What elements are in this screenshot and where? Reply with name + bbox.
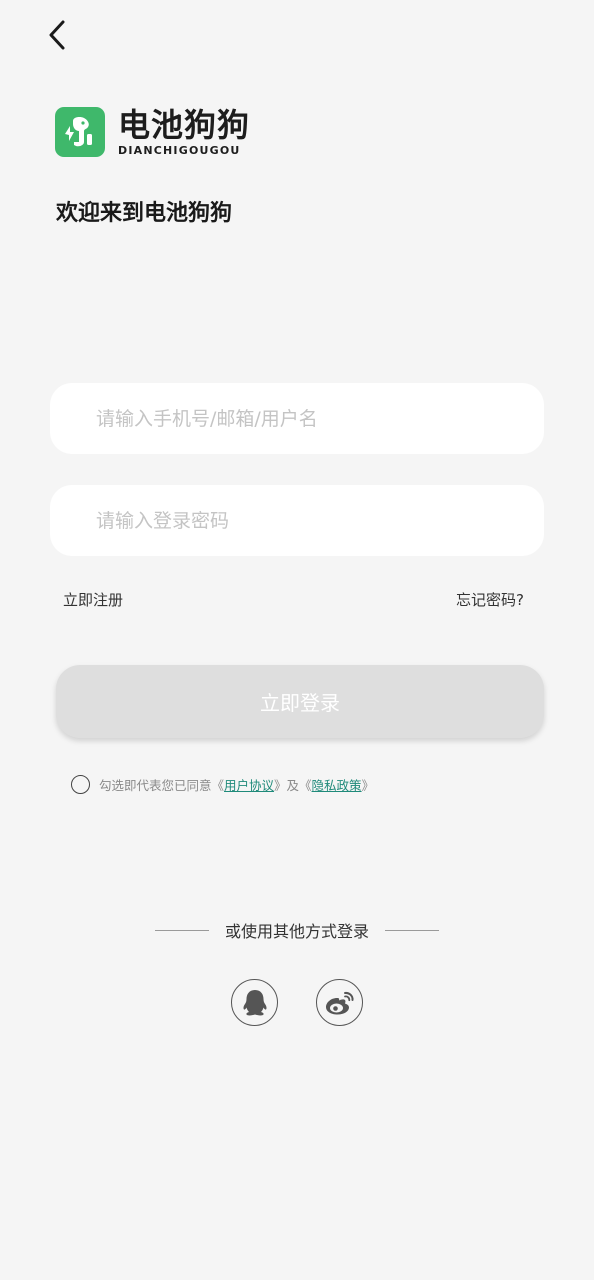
weibo-icon (325, 991, 354, 1014)
divider-line-right (385, 929, 439, 931)
login-button[interactable]: 立即登录 (56, 665, 544, 738)
weibo-login-button[interactable] (316, 979, 363, 1026)
agreement-suffix: 》 (361, 778, 375, 793)
privacy-policy-link[interactable]: 隐私政策 (312, 775, 362, 794)
agreement-checkbox[interactable] (71, 775, 90, 794)
qq-icon (242, 989, 267, 1015)
divider-line-left (154, 929, 209, 931)
dog-logo-icon (55, 107, 105, 157)
brand-name-en: DIANCHIGOUGOU (118, 143, 241, 157)
other-login-divider: 或使用其他方式登录 (0, 918, 594, 942)
forgot-password-link[interactable]: 忘记密码? (456, 589, 524, 610)
agreement-row: 勾选即代表您已同意《 用户协议 》及《 隐私政策 》 (71, 775, 374, 794)
welcome-title: 欢迎来到电池狗狗 (56, 201, 233, 226)
username-input[interactable] (50, 383, 544, 454)
brand-name-cn: 电池狗狗 (118, 105, 251, 144)
agreement-prefix: 勾选即代表您已同意《 (99, 778, 225, 793)
user-agreement-link[interactable]: 用户协议 (224, 775, 274, 794)
agreement-middle: 》及《 (274, 778, 312, 793)
back-button[interactable] (36, 14, 80, 58)
other-login-label: 或使用其他方式登录 (224, 922, 369, 941)
password-input[interactable] (50, 485, 544, 556)
brand-logo: 电池狗狗 DIANCHIGOUGOU (55, 107, 250, 157)
register-link[interactable]: 立即注册 (63, 589, 123, 610)
qq-login-button[interactable] (231, 979, 278, 1026)
chevron-left-icon (49, 20, 65, 50)
